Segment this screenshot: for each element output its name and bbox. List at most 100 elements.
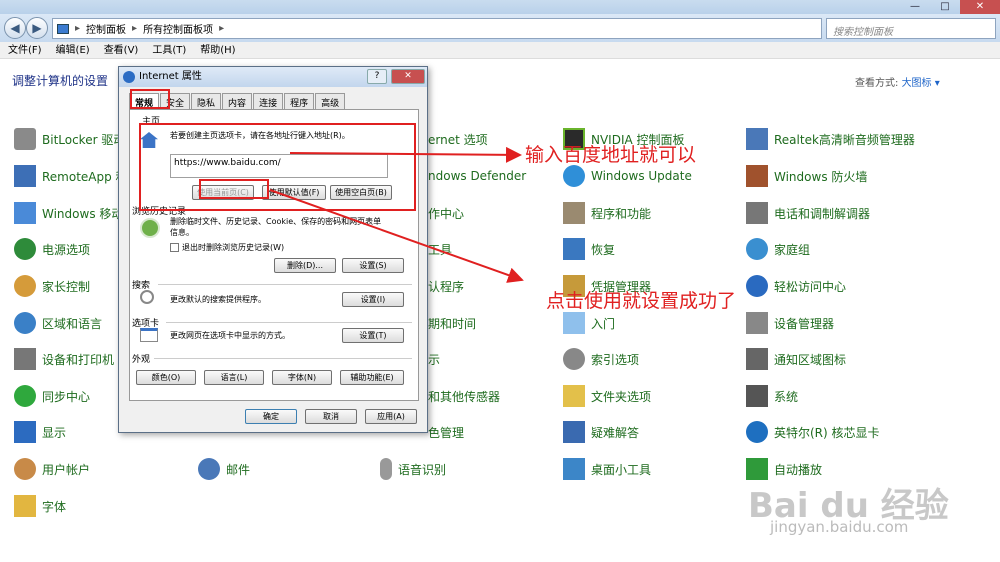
- search-settings-button[interactable]: 设置(I): [342, 292, 404, 307]
- control-panel-icon: [57, 23, 69, 34]
- ie-icon: [123, 71, 135, 83]
- menu-help[interactable]: 帮助(H): [200, 42, 235, 58]
- close-button[interactable]: ✕: [960, 0, 1000, 14]
- cp-item-programs[interactable]: 程序和功能: [563, 202, 651, 224]
- cp-item-label: 邮件: [226, 462, 251, 477]
- cp-item-label: Windows 防火墙: [774, 169, 868, 184]
- cp-item-display[interactable]: 显示: [14, 421, 66, 443]
- menu-tools[interactable]: 工具(T): [152, 42, 186, 58]
- cp-item-users[interactable]: 用户帐户: [14, 458, 90, 480]
- cp-item-indexing[interactable]: 索引选项: [563, 348, 639, 370]
- delete-on-exit-checkbox[interactable]: 退出时删除浏览历史记录(W): [170, 242, 284, 253]
- ok-button[interactable]: 确定: [245, 409, 297, 424]
- cp-item-label: 入门: [591, 316, 616, 331]
- recovery-icon: [563, 238, 585, 260]
- cp-item-getting-started[interactable]: 入门: [563, 312, 615, 334]
- help-button[interactable]: ?: [367, 69, 387, 84]
- remoteapp-icon: [14, 165, 36, 187]
- delete-history-button[interactable]: 删除(D)...: [274, 258, 336, 273]
- programs-icon: [563, 202, 585, 224]
- notification-icon: [746, 348, 768, 370]
- display-icon: [14, 421, 36, 443]
- cp-item-troubleshooting[interactable]: 疑难解答: [563, 421, 639, 443]
- cp-item-action-center[interactable]: 作中心: [428, 202, 464, 224]
- history-settings-button[interactable]: 设置(S): [342, 258, 404, 273]
- homegroup-icon: [746, 238, 768, 260]
- cp-item-bitlocker[interactable]: BitLocker 驱动: [14, 128, 125, 150]
- back-button[interactable]: ◀: [4, 17, 26, 39]
- cp-item-speech[interactable]: 语音识别: [380, 458, 446, 480]
- window-titlebar: — □ ✕: [0, 0, 1000, 14]
- cp-item-firewall[interactable]: Windows 防火墙: [746, 165, 867, 187]
- cancel-button[interactable]: 取消: [305, 409, 357, 424]
- accessibility-button[interactable]: 辅助功能(E): [340, 370, 404, 385]
- cp-item-internet-options[interactable]: ernet 选项: [428, 128, 488, 150]
- breadcrumb-control-panel[interactable]: 控制面板: [86, 21, 126, 36]
- cp-item-label: 示: [428, 352, 441, 367]
- cp-item-gadgets[interactable]: 桌面小工具: [563, 458, 651, 480]
- cp-item-label: 自动播放: [774, 462, 823, 477]
- cp-item-defender[interactable]: ndows Defender: [428, 165, 526, 187]
- cp-item-devices[interactable]: 设备和打印机: [14, 348, 114, 370]
- fonts-icon: [14, 495, 36, 517]
- dialog-close-button[interactable]: ✕: [391, 69, 425, 84]
- cp-item-homegroup[interactable]: 家庭组: [746, 238, 810, 260]
- cp-item-mobility[interactable]: Windows 移动: [14, 202, 123, 224]
- cp-item-power[interactable]: 电源选项: [14, 238, 90, 260]
- cp-item-sync[interactable]: 同步中心: [14, 385, 90, 407]
- cp-item-realtek[interactable]: Realtek高清晰音频管理器: [746, 128, 915, 150]
- cp-item-label: 程序和功能: [591, 206, 652, 221]
- cp-item-default-programs[interactable]: 认程序: [428, 275, 464, 297]
- fonts-button[interactable]: 字体(N): [272, 370, 332, 385]
- cp-item-device-manager[interactable]: 设备管理器: [746, 312, 834, 334]
- cp-item-mail[interactable]: 邮件: [198, 458, 250, 480]
- cp-item-notification-icons[interactable]: 通知区域图标: [746, 348, 846, 370]
- cp-item-color[interactable]: 色管理: [428, 421, 464, 443]
- tabs-description: 更改网页在选项卡中显示的方式。: [170, 331, 290, 340]
- dialog-title: Internet 属性: [139, 71, 202, 82]
- menu-view[interactable]: 查看(V): [104, 42, 139, 58]
- search-input[interactable]: 搜索控制面板: [826, 18, 996, 39]
- cp-item-label: 期和时间: [428, 316, 477, 331]
- cp-item-autoplay[interactable]: 自动播放: [746, 458, 822, 480]
- languages-button[interactable]: 语言(L): [204, 370, 264, 385]
- cp-item-label: BitLocker 驱动: [42, 132, 126, 147]
- view-by[interactable]: 查看方式: 大图标 ▾: [855, 74, 940, 89]
- forward-button[interactable]: ▶: [26, 17, 48, 39]
- apply-button[interactable]: 应用(A): [365, 409, 417, 424]
- colors-button[interactable]: 颜色(O): [136, 370, 196, 385]
- breadcrumb-all-items[interactable]: 所有控制面板项: [143, 21, 213, 36]
- minimize-button[interactable]: —: [900, 0, 930, 14]
- maximize-button[interactable]: □: [930, 0, 960, 14]
- cp-item-label: 索引选项: [591, 352, 640, 367]
- cp-item-recovery[interactable]: 恢复: [563, 238, 615, 260]
- cp-item-display2[interactable]: 示: [428, 348, 440, 370]
- cp-item-admin-tools[interactable]: 工具: [428, 238, 452, 260]
- view-by-value[interactable]: 大图标 ▾: [902, 78, 940, 89]
- menu-file[interactable]: 文件(F): [8, 42, 42, 58]
- window-controls: — □ ✕: [900, 0, 1000, 14]
- address-bar[interactable]: ▸ 控制面板 ▸ 所有控制面板项 ▸: [52, 18, 822, 39]
- cp-item-ease-of-access[interactable]: 轻松访问中心: [746, 275, 846, 297]
- cp-item-windows-update[interactable]: Windows Update: [563, 165, 692, 187]
- cp-item-label: 桌面小工具: [591, 462, 652, 477]
- cp-item-phone-modem[interactable]: 电话和调制解调器: [746, 202, 870, 224]
- cp-item-parental[interactable]: 家长控制: [14, 275, 90, 297]
- cp-item-intel-graphics[interactable]: 英特尔(R) 核芯显卡: [746, 421, 880, 443]
- cp-item-label: RemoteApp 和: [42, 169, 128, 184]
- cp-item-remoteapp[interactable]: RemoteApp 和: [14, 165, 128, 187]
- region-icon: [14, 312, 36, 334]
- cp-item-label: 通知区域图标: [774, 352, 847, 367]
- cp-item-system[interactable]: 系统: [746, 385, 798, 407]
- highlight-general-tab: [130, 89, 170, 109]
- cp-item-date-time[interactable]: 期和时间: [428, 312, 476, 334]
- cp-item-folder-options[interactable]: 文件夹选项: [563, 385, 651, 407]
- windows-update-icon: [563, 165, 585, 187]
- cp-item-sensors[interactable]: 和其他传感器: [428, 385, 500, 407]
- cp-item-fonts[interactable]: 字体: [14, 495, 66, 517]
- cp-item-label: 疑难解答: [591, 425, 640, 440]
- navigation-bar: ◀ ▶ ▸ 控制面板 ▸ 所有控制面板项 ▸ 搜索控制面板: [0, 14, 1000, 42]
- menu-edit[interactable]: 编辑(E): [56, 42, 90, 58]
- tabs-settings-button[interactable]: 设置(T): [342, 328, 404, 343]
- cp-item-region[interactable]: 区域和语言: [14, 312, 102, 334]
